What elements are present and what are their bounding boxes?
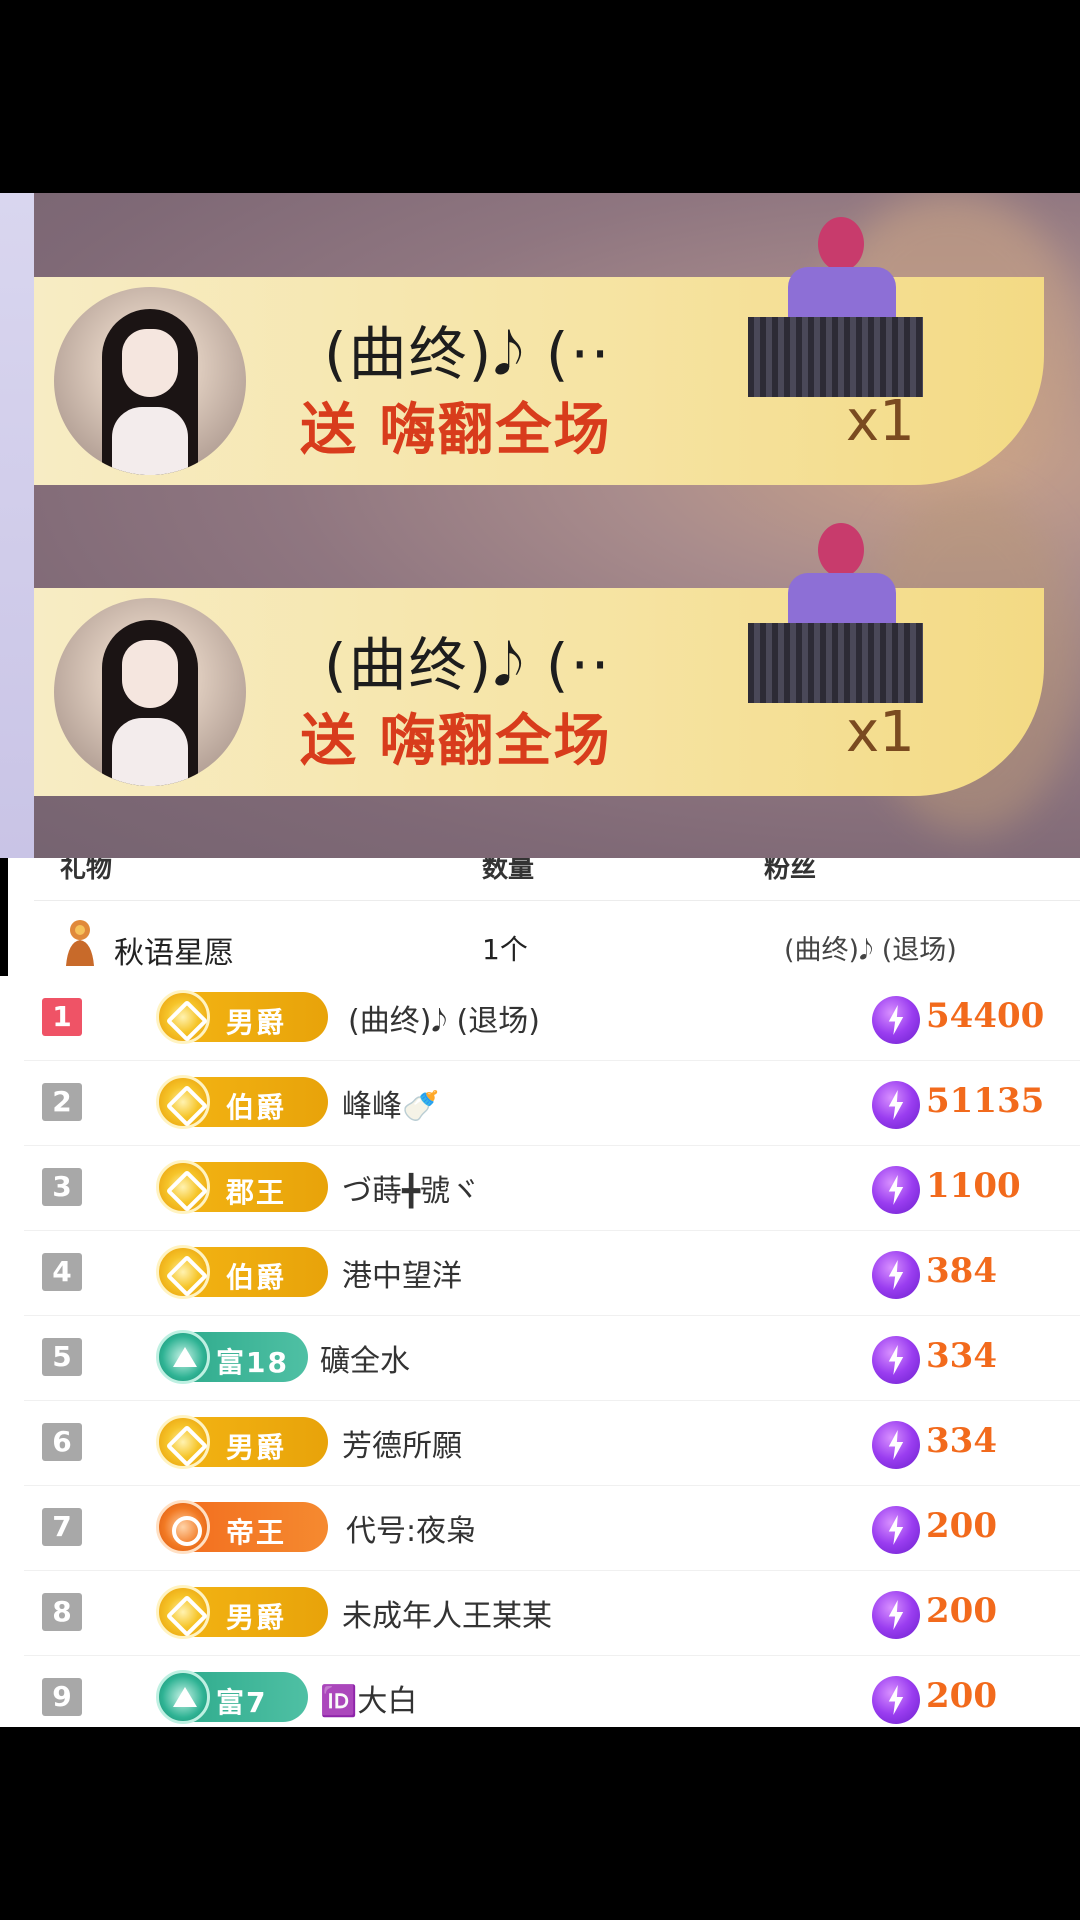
column-header-gift: 礼物 <box>60 858 113 884</box>
table-row[interactable]: 4 伯爵 港中望洋 384 <box>0 1231 1080 1316</box>
user-nickname[interactable]: づ蒔╋號ヾ <box>342 1166 480 1210</box>
rank-number: 5 <box>42 1338 82 1376</box>
user-nickname[interactable]: 未成年人王某某 <box>342 1591 552 1635</box>
bottom-letterbox <box>0 1727 1080 1920</box>
contribution-score: 334 <box>926 1421 997 1461</box>
gift-statue-icon <box>66 920 94 966</box>
user-nickname[interactable]: 芳德所願 <box>342 1421 462 1465</box>
lightning-coin-icon <box>872 1166 920 1214</box>
table-row[interactable]: 7 帝王 代号:夜枭 200 <box>0 1486 1080 1571</box>
badge-emblem-icon <box>156 1245 210 1299</box>
rank-number: 2 <box>42 1083 82 1121</box>
table-row[interactable]: 8 男爵 未成年人王某某 200 <box>0 1571 1080 1656</box>
noble-badge: 男爵 <box>156 1415 328 1469</box>
gift-sender: (曲终)𝅘𝅥𝅮 (退场) <box>784 935 957 966</box>
contribution-score: 200 <box>926 1591 997 1631</box>
gift-text: 送 嗨翻全场 <box>300 398 612 463</box>
noble-badge: 伯爵 <box>156 1245 328 1299</box>
noble-badge: 男爵 <box>156 1585 328 1639</box>
badge-emblem-icon <box>156 1670 210 1724</box>
noble-badge: 伯爵 <box>156 1075 328 1129</box>
rank-number: 8 <box>42 1593 82 1631</box>
gift-count: x1 <box>846 389 915 454</box>
table-row[interactable]: 2 伯爵 峰峰🍼 51135 <box>0 1061 1080 1146</box>
gift-count: x1 <box>846 700 915 765</box>
table-row[interactable]: 1 男爵 (曲终)𝅘𝅥𝅮 (退场) 54400 <box>0 976 1080 1061</box>
user-nickname[interactable]: 礦全水 <box>320 1336 410 1380</box>
lightning-coin-icon <box>872 996 920 1044</box>
badge-emblem-icon <box>156 1075 210 1129</box>
badge-emblem-icon <box>156 1160 210 1214</box>
user-nickname[interactable]: (曲终)𝅘𝅥𝅮 (退场) <box>348 996 540 1040</box>
lightning-coin-icon <box>872 1336 920 1384</box>
badge-emblem-icon <box>156 1330 210 1384</box>
contribution-score: 334 <box>926 1336 997 1376</box>
rank-number: 1 <box>42 998 82 1036</box>
noble-badge: 帝王 <box>156 1500 328 1554</box>
table-row[interactable]: 5 富18 礦全水 334 <box>0 1316 1080 1401</box>
dj-gift-icon <box>748 217 923 397</box>
rank-number: 4 <box>42 1253 82 1291</box>
contribution-score: 1100 <box>926 1166 1021 1206</box>
lightning-coin-icon <box>872 1676 920 1724</box>
lightning-coin-icon <box>872 1591 920 1639</box>
left-edge-strip <box>0 193 34 858</box>
user-nickname[interactable]: 峰峰🍼 <box>342 1081 439 1125</box>
lightning-coin-icon <box>872 1081 920 1129</box>
column-header-fan: 粉丝 <box>764 858 817 884</box>
wealth-badge: 富7 <box>156 1670 308 1724</box>
noble-badge: 男爵 <box>156 990 328 1044</box>
gift-quantity: 1个 <box>482 933 528 966</box>
contribution-score: 384 <box>926 1251 997 1291</box>
table-row[interactable]: 3 郡王 づ蒔╋號ヾ 1100 <box>0 1146 1080 1231</box>
table-row[interactable]: 9 富7 🆔大白 200 <box>0 1656 1080 1727</box>
lightning-coin-icon <box>872 1421 920 1469</box>
rank-number: 7 <box>42 1508 82 1546</box>
contribution-score: 200 <box>926 1676 997 1716</box>
badge-emblem-icon <box>156 1500 210 1554</box>
noble-badge: 郡王 <box>156 1160 328 1214</box>
contribution-score: 54400 <box>926 996 1045 1036</box>
user-nickname[interactable]: 代号:夜枭 <box>346 1506 476 1550</box>
lightning-coin-icon <box>872 1251 920 1299</box>
column-header-quantity: 数量 <box>482 858 535 884</box>
gift-record-panel: 礼物 数量 粉丝 秋语星愿 1个 (曲终)𝅘𝅥𝅮 (退场) <box>8 858 1080 976</box>
gift-text: 送 嗨翻全场 <box>300 709 612 774</box>
rank-number: 6 <box>42 1423 82 1461</box>
dj-gift-icon <box>748 523 923 703</box>
contribution-score: 200 <box>926 1506 997 1546</box>
top-letterbox <box>0 0 1080 193</box>
user-nickname[interactable]: 🆔大白 <box>320 1676 417 1720</box>
lightning-coin-icon <box>872 1506 920 1554</box>
gift-name: 秋语星愿 <box>114 936 234 971</box>
user-nickname[interactable]: 港中望洋 <box>342 1251 462 1295</box>
gift-animation-stage: (曲终)𝅘𝅥𝅮 (·· 送 嗨翻全场 x1 (曲终)𝅘𝅥𝅮 (·· 送 嗨翻全场… <box>0 193 1080 858</box>
badge-emblem-icon <box>156 990 210 1044</box>
badge-emblem-icon <box>156 1585 210 1639</box>
wealth-badge: 富18 <box>156 1330 308 1384</box>
sender-avatar[interactable] <box>54 287 246 475</box>
sender-name: (曲终)𝅘𝅥𝅮 (·· <box>324 320 612 388</box>
rank-number: 3 <box>42 1168 82 1206</box>
table-row[interactable]: 6 男爵 芳德所願 334 <box>0 1401 1080 1486</box>
badge-emblem-icon <box>156 1415 210 1469</box>
rank-number: 9 <box>42 1678 82 1716</box>
sender-name: (曲终)𝅘𝅥𝅮 (·· <box>324 631 612 699</box>
divider <box>34 900 1080 901</box>
sender-avatar[interactable] <box>54 598 246 786</box>
contribution-score: 51135 <box>926 1081 1045 1121</box>
contribution-ranking-list[interactable]: 1 男爵 (曲终)𝅘𝅥𝅮 (退场) 54400 2 伯爵 峰峰🍼 51135 3… <box>0 976 1080 1727</box>
